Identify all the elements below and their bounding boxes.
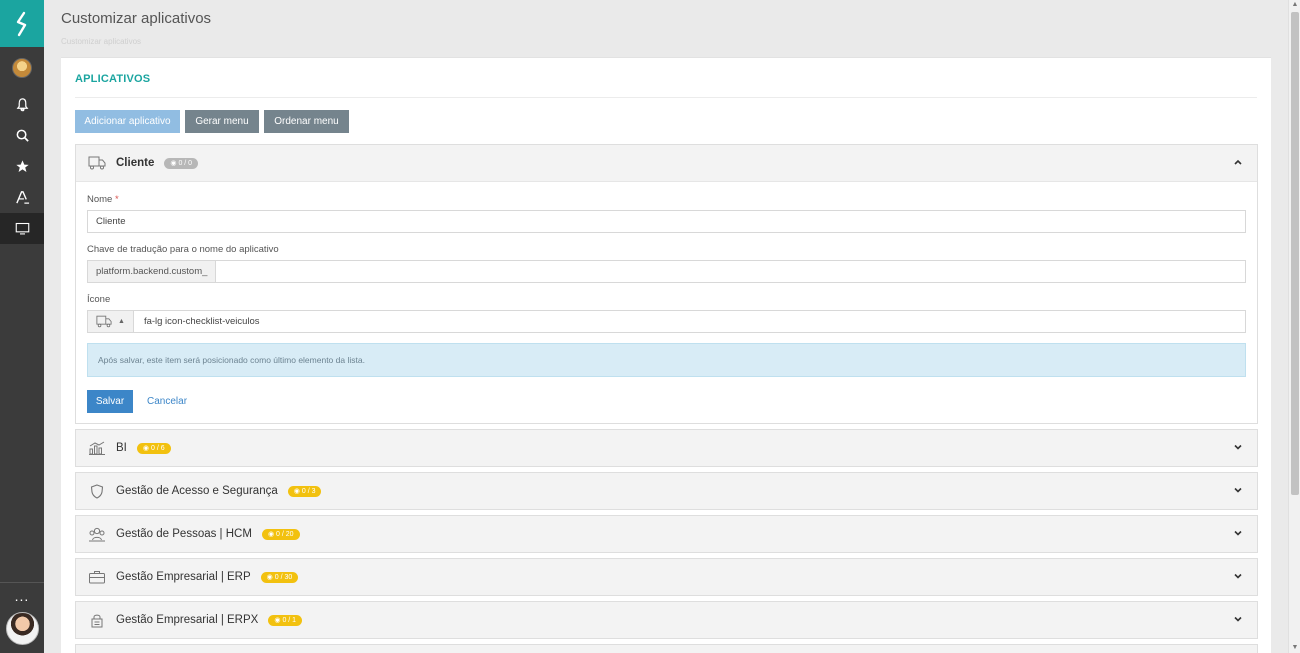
app-title: Gestão Empresarial | ERPX	[116, 614, 259, 626]
status-badge: ◉ 0 / 6	[136, 442, 171, 454]
name-input[interactable]: Cliente	[87, 210, 1246, 233]
user-avatar[interactable]	[6, 612, 39, 645]
app-form: Nome * Cliente Chave de tradução para o …	[76, 181, 1257, 423]
app-title: Gestão de Acesso e Segurança	[116, 485, 278, 497]
app-panel-erp[interactable]: Gestão Empresarial | ERP ◉ 0 / 30	[75, 558, 1258, 596]
status-badge: ◉ 0 / 1	[268, 614, 303, 626]
user-search-icon	[15, 191, 29, 204]
app-panel-header[interactable]: Cliente ◉ 0 / 0	[76, 145, 1257, 181]
app-panel-header[interactable]: Gestão de Pessoas | HCM ◉ 0 / 20	[76, 516, 1257, 552]
chevron-up-icon[interactable]	[1233, 157, 1243, 167]
name-label: Nome *	[87, 194, 119, 205]
avatar	[12, 58, 32, 78]
page-title: Customizar aplicativos	[61, 10, 212, 27]
translation-key-label: Chave de tradução para o nome do aplicat…	[87, 244, 279, 255]
divider	[75, 97, 1257, 98]
order-menu-button[interactable]: Ordenar menu	[264, 110, 349, 133]
truck-checklist-icon	[96, 315, 112, 328]
chevron-down-icon[interactable]	[1233, 571, 1243, 581]
app-title: BI	[116, 442, 127, 454]
eye-icon: ◉	[274, 616, 281, 624]
app-panel-header[interactable]: BI ◉ 0 / 6	[76, 430, 1257, 466]
app-title: Gestão de Pessoas | HCM	[116, 528, 252, 540]
lock-building-icon	[88, 612, 106, 628]
app-panel-cliente: Cliente ◉ 0 / 0 Nome * Cliente Chave de t…	[75, 144, 1258, 424]
logo-icon	[16, 11, 27, 36]
sidebar: ...	[0, 0, 44, 653]
scroll-thumb[interactable]	[1291, 12, 1299, 495]
app-panel-bi[interactable]: BI ◉ 0 / 6	[75, 429, 1258, 467]
status-badge: ◉ 0 / 3	[287, 485, 322, 497]
chevron-down-icon[interactable]	[1233, 614, 1243, 624]
icon-label: Ícone	[87, 294, 111, 305]
chevron-down-icon[interactable]	[1233, 485, 1243, 495]
status-badge: ◉ 0 / 20	[261, 528, 300, 540]
truck-checklist-icon	[88, 155, 106, 171]
monitor-icon	[15, 222, 29, 235]
app-panel-erpx[interactable]: Gestão Empresarial | ERPX ◉ 0 / 1	[75, 601, 1258, 639]
eye-icon: ◉	[266, 573, 273, 581]
icon-picker-dropdown[interactable]: ▲	[88, 311, 134, 332]
eye-icon: ◉	[170, 159, 177, 167]
briefcase-icon	[88, 569, 106, 585]
generate-menu-button[interactable]: Gerar menu	[185, 110, 259, 133]
save-button[interactable]: Salvar	[87, 390, 133, 413]
sidebar-item-apps[interactable]	[0, 213, 44, 244]
shield-icon	[88, 483, 106, 499]
search-icon	[16, 129, 29, 142]
scroll-up-icon[interactable]: ▲	[1289, 0, 1300, 10]
translation-key-prefix: platform.backend.custom_	[88, 261, 217, 282]
icon-value: fa-lg icon-checklist-veiculos	[143, 316, 260, 327]
icon-input[interactable]: ▲ fa-lg icon-checklist-veiculos	[87, 310, 1246, 333]
status-badge: ◉ 0 / 0	[164, 157, 199, 169]
app-title: Gestão Empresarial | ERP	[116, 571, 251, 583]
apps-card: APLICATIVOS Adicionar aplicativo Gerar m…	[61, 57, 1271, 653]
chevron-down-icon[interactable]	[1233, 528, 1243, 538]
eye-icon: ◉	[267, 530, 275, 538]
bell-icon	[16, 98, 28, 112]
app-logo[interactable]	[0, 0, 44, 47]
sidebar-profile[interactable]	[0, 47, 44, 89]
cancel-link[interactable]: Cancelar	[147, 396, 187, 407]
sidebar-item-favorites[interactable]	[0, 151, 44, 182]
more-options-button[interactable]: ...	[0, 582, 44, 608]
card-title: APLICATIVOS	[75, 73, 151, 85]
sidebar-item-users[interactable]	[0, 182, 44, 213]
translation-key-input[interactable]: platform.backend.custom_	[87, 260, 1246, 283]
breadcrumb: Customizar aplicativos	[61, 37, 142, 46]
sidebar-item-notifications[interactable]	[0, 89, 44, 120]
app-panel-header[interactable]: Gestão Empresarial | ERP ◉ 0 / 30	[76, 559, 1257, 595]
app-panel-hcm[interactable]: Gestão de Pessoas | HCM ◉ 0 / 20	[75, 515, 1258, 553]
app-panel-header[interactable]: Gestão de Acesso e Segurança ◉ 0 / 3	[76, 473, 1257, 509]
chart-icon	[88, 440, 106, 456]
page-scrollbar[interactable]: ▲ ▼	[1288, 0, 1300, 653]
app-panel-header[interactable]: Gestão Empresarial | ERPX ◉ 0 / 1	[76, 602, 1257, 638]
app-panel-security[interactable]: Gestão de Acesso e Segurança ◉ 0 / 3	[75, 472, 1258, 510]
chevron-down-icon[interactable]	[1233, 442, 1243, 452]
app-panel-next[interactable]	[75, 644, 1258, 653]
caret-up-icon: ▲	[118, 318, 125, 325]
status-badge: ◉ 0 / 30	[260, 571, 299, 583]
eye-icon: ◉	[293, 487, 300, 495]
info-message: Após salvar, este item será posicionado …	[87, 343, 1246, 377]
eye-icon: ◉	[142, 444, 149, 452]
app-title: Cliente	[116, 157, 155, 169]
sidebar-item-search[interactable]	[0, 120, 44, 151]
people-icon	[88, 526, 106, 542]
add-app-button[interactable]: Adicionar aplicativo	[75, 110, 180, 133]
star-icon	[15, 160, 29, 172]
scroll-down-icon[interactable]: ▼	[1289, 643, 1300, 653]
